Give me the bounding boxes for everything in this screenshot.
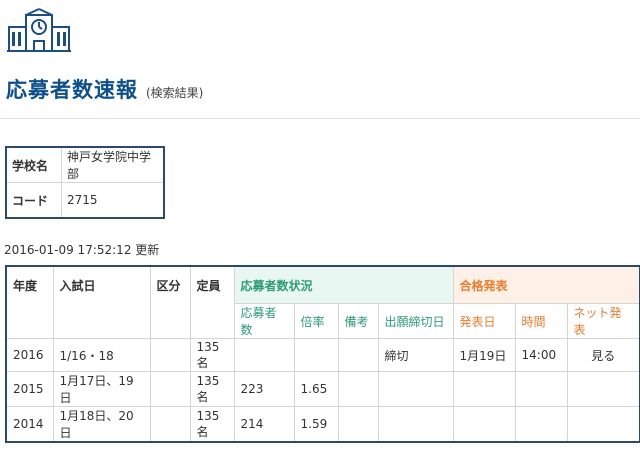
cell-deadline bbox=[377, 371, 454, 407]
table-row: 2014 1月18日、20日 135名 214 1.59 bbox=[5, 406, 640, 443]
cell-notes bbox=[337, 371, 379, 407]
school-name-label: 学校名 bbox=[5, 146, 62, 183]
header-division: 区分 bbox=[149, 265, 191, 339]
cell-notes bbox=[337, 406, 379, 443]
cell-year: 2016 bbox=[5, 338, 54, 372]
table-row: 2016 1/16・18 135名 締切 1月19日 14:00 見る bbox=[5, 338, 640, 372]
header-row: 年度 入試日 区分 定員 応募者数状況 合格発表 bbox=[5, 265, 640, 339]
info-row-school: 学校名 神戸女学院中学部 bbox=[5, 146, 165, 183]
cell-exam-date: 1月18日、20日 bbox=[52, 406, 151, 443]
cell-ratio: 1.65 bbox=[293, 371, 339, 407]
cell-capacity: 135名 bbox=[189, 371, 235, 407]
header-year: 年度 bbox=[5, 265, 54, 339]
cell-year: 2014 bbox=[5, 406, 54, 443]
cell-announce-date bbox=[452, 371, 516, 407]
cell-exam-date: 1月17日、19日 bbox=[52, 371, 151, 407]
cell-announce-date bbox=[452, 406, 516, 443]
info-row-code: コード 2715 bbox=[5, 182, 165, 219]
table-row: 2015 1月17日、19日 135名 223 1.65 bbox=[5, 371, 640, 407]
cell-applicants: 223 bbox=[233, 371, 295, 407]
net-result-link[interactable]: 見る bbox=[566, 338, 640, 372]
subheader-notes: 備考 bbox=[337, 303, 379, 339]
cell-capacity: 135名 bbox=[189, 338, 235, 372]
cell-notes bbox=[337, 338, 379, 372]
header-result-announcement: 合格発表 bbox=[452, 265, 640, 304]
school-building-clock-icon bbox=[7, 8, 71, 52]
school-info-table: 学校名 神戸女学院中学部 コード 2715 bbox=[5, 146, 165, 219]
subheader-time: 時間 bbox=[514, 303, 568, 339]
school-name-value: 神戸女学院中学部 bbox=[61, 146, 165, 183]
cell-announce-date: 1月19日 bbox=[452, 338, 516, 372]
applicants-table: 年度 入試日 区分 定員 応募者数状況 合格発表 応募者数 倍率 備考 出願締切… bbox=[5, 265, 640, 443]
cell-net bbox=[566, 406, 640, 443]
cell-exam-date: 1/16・18 bbox=[52, 338, 151, 372]
subheader-announce-date: 発表日 bbox=[452, 303, 516, 339]
cell-division bbox=[149, 338, 191, 372]
page-heading: 応募者数速報 (検索結果) bbox=[6, 74, 203, 104]
subheader-applicants: 応募者数 bbox=[233, 303, 295, 339]
subheader-deadline: 出願締切日 bbox=[377, 303, 454, 339]
cell-ratio: 1.59 bbox=[293, 406, 339, 443]
cell-division bbox=[149, 371, 191, 407]
subheader-ratio: 倍率 bbox=[293, 303, 339, 339]
page-title: 応募者数速報 bbox=[6, 78, 138, 102]
header-capacity: 定員 bbox=[189, 265, 235, 339]
cell-ratio bbox=[293, 338, 339, 372]
subheader-net: ネット発表 bbox=[566, 303, 640, 339]
cell-time: 14:00 bbox=[514, 338, 568, 372]
updated-timestamp: 2016-01-09 17:52:12 更新 bbox=[4, 243, 160, 257]
cell-time bbox=[514, 406, 568, 443]
divider bbox=[0, 118, 640, 119]
cell-year: 2015 bbox=[5, 371, 54, 407]
cell-applicants bbox=[233, 338, 295, 372]
page-subtitle: (検索結果) bbox=[146, 86, 204, 100]
header-exam-date: 入試日 bbox=[52, 265, 151, 339]
header-applicant-status: 応募者数状況 bbox=[233, 265, 454, 304]
cell-applicants: 214 bbox=[233, 406, 295, 443]
cell-net bbox=[566, 371, 640, 407]
code-value: 2715 bbox=[61, 182, 165, 219]
cell-deadline: 締切 bbox=[377, 338, 454, 372]
cell-capacity: 135名 bbox=[189, 406, 235, 443]
cell-time bbox=[514, 371, 568, 407]
cell-deadline bbox=[377, 406, 454, 443]
cell-division bbox=[149, 406, 191, 443]
code-label: コード bbox=[5, 182, 62, 219]
